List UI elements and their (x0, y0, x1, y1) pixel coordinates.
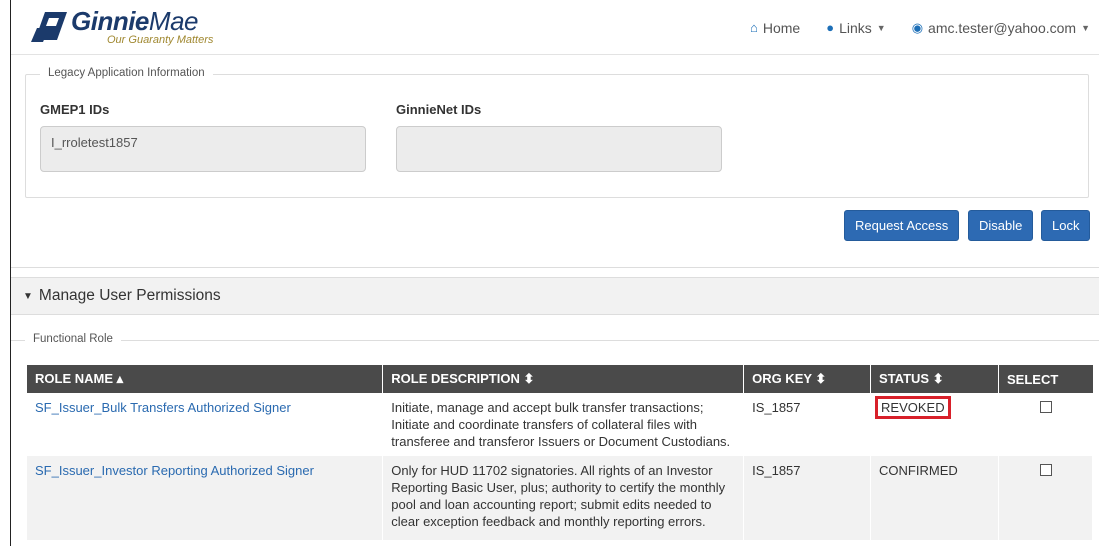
functional-role-legend: Functional Role (25, 333, 121, 345)
table-row: SF_Issuer_Investor Reporting Authorized … (27, 456, 1093, 540)
chevron-down-icon: ▼ (1081, 22, 1090, 33)
gmep1-label: GMEP1 IDs (40, 102, 110, 117)
gmep1-field[interactable]: I_rroletest1857 (40, 126, 366, 172)
functional-role-fieldset: Functional Role ROLE NAME ▴ ROLE DESCRIP… (11, 333, 1099, 546)
nav-home-label: Home (762, 19, 801, 36)
lock-button[interactable]: Lock (1041, 210, 1091, 241)
user-email: amc.tester@yahoo.com (928, 19, 1077, 36)
legacy-legend: Legacy Application Information (40, 67, 213, 79)
table-row: SF_Issuer_Bulk Transfers Authorized Sign… (27, 393, 1093, 456)
org-key-cell: IS_1857 (743, 393, 872, 456)
ginnienet-field[interactable] (396, 126, 722, 172)
app-frame: GinnieMae Our Guaranty Matters ⌂ Home ● … (10, 0, 1099, 546)
user-menu-dropdown[interactable]: ◉ amc.tester@yahoo.com ▼ (912, 20, 1090, 36)
logo-mark-icon (31, 12, 67, 42)
role-description-cell: Initiate, manage and accept bulk transfe… (382, 393, 745, 456)
org-key-cell: IS_1857 (743, 456, 872, 540)
role-description-cell: Only for HUD 11702 signatories. All righ… (382, 456, 745, 540)
logo-wordmark: GinnieMae (71, 6, 198, 37)
disable-button[interactable]: Disable (968, 210, 1034, 241)
status-cell: REVOKED (870, 393, 999, 456)
legacy-fieldset: Legacy Application Information GMEP1 IDs… (25, 67, 1089, 198)
top-navbar: GinnieMae Our Guaranty Matters ⌂ Home ● … (11, 0, 1099, 55)
col-role-description[interactable]: ROLE DESCRIPTION ⬍ (382, 365, 745, 393)
table-header-row: ROLE NAME ▴ ROLE DESCRIPTION ⬍ ORG KEY ⬍… (27, 365, 1093, 393)
nav-links-dropdown[interactable]: ● Links ▼ (826, 20, 885, 36)
select-checkbox[interactable] (1039, 401, 1052, 413)
col-select: SELECT (998, 365, 1093, 393)
role-name-link[interactable]: SF_Issuer_Investor Reporting Authorized … (35, 463, 314, 478)
nav-home-link[interactable]: ⌂ Home (750, 20, 800, 36)
manage-permissions-title: Manage User Permissions (38, 287, 221, 304)
role-name-cell: SF_Issuer_Investor Reporting Authorized … (27, 456, 384, 540)
user-circle-icon: ◉ (911, 19, 924, 35)
status-cell: CONFIRMED (870, 456, 999, 540)
logo-light: Mae (148, 6, 199, 36)
select-checkbox[interactable] (1039, 464, 1052, 476)
nav-right: ⌂ Home ● Links ▼ ◉ amc.tester@yahoo.com … (750, 0, 1090, 55)
select-cell (998, 456, 1093, 540)
logo-bold: Ginnie (71, 6, 149, 36)
ginnie-mae-logo[interactable]: GinnieMae Our Guaranty Matters (29, 6, 249, 50)
nav-links-label: Links (839, 19, 872, 36)
manage-permissions-toggle[interactable]: ▼ Manage User Permissions (11, 277, 1099, 315)
col-role-name[interactable]: ROLE NAME ▴ (27, 365, 384, 393)
ginnienet-label: GinnieNet IDs (396, 102, 482, 117)
chevron-down-icon: ▼ (876, 22, 886, 33)
status-highlight: REVOKED (875, 396, 951, 419)
col-org-key[interactable]: ORG KEY ⬍ (743, 365, 872, 393)
home-icon: ⌂ (750, 20, 758, 35)
request-access-button[interactable]: Request Access (844, 210, 960, 241)
col-status[interactable]: STATUS ⬍ (870, 365, 999, 393)
role-name-link[interactable]: SF_Issuer_Bulk Transfers Authorized Sign… (35, 400, 291, 415)
caret-down-icon: ▼ (23, 290, 33, 302)
select-cell (998, 393, 1093, 456)
role-name-cell: SF_Issuer_Bulk Transfers Authorized Sign… (27, 393, 384, 456)
logo-tagline: Our Guaranty Matters (107, 34, 214, 46)
roles-table: ROLE NAME ▴ ROLE DESCRIPTION ⬍ ORG KEY ⬍… (27, 365, 1093, 540)
legacy-section: Legacy Application Information GMEP1 IDs… (11, 60, 1099, 268)
globe-icon: ● (826, 20, 835, 35)
